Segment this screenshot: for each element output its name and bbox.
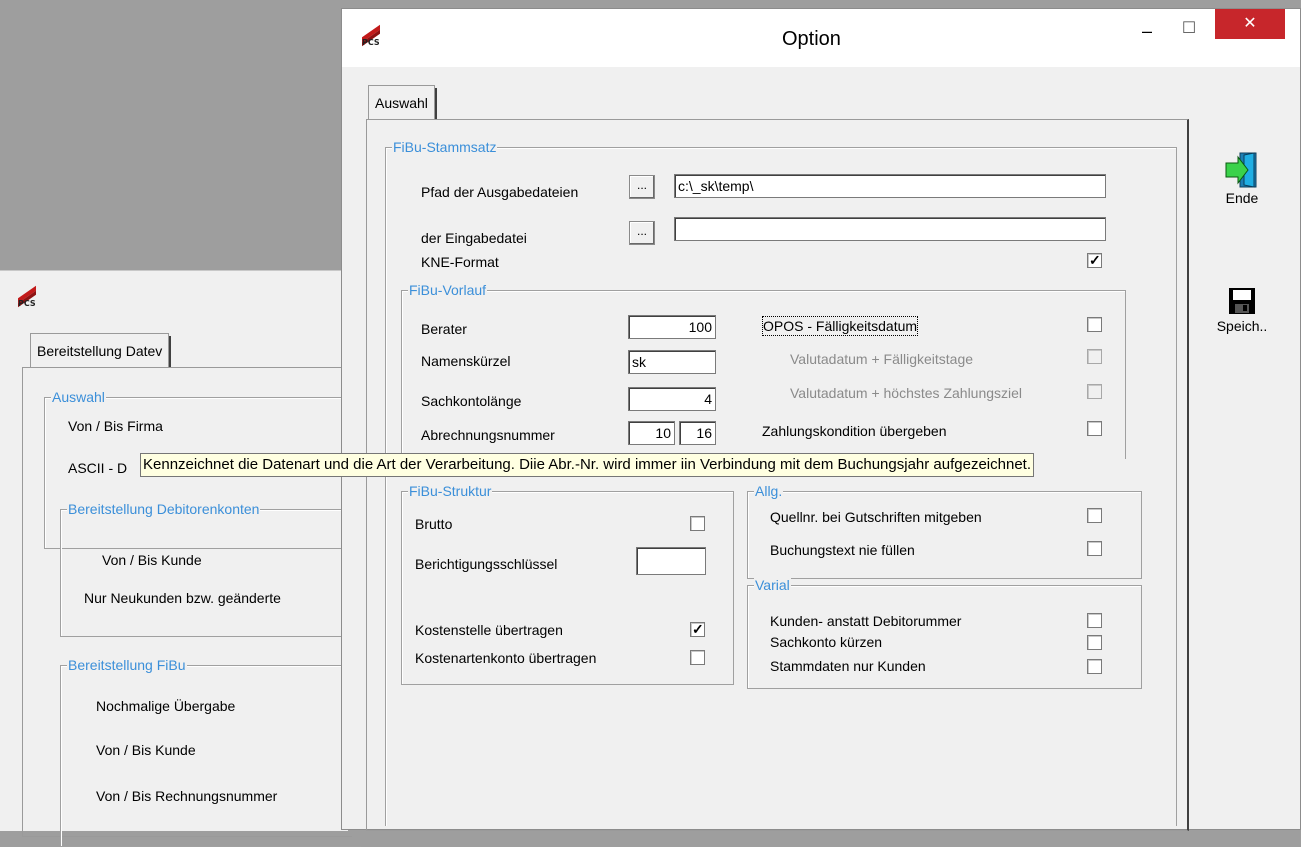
kne-format-checkbox[interactable]: ✓ — [1087, 252, 1102, 268]
quellnr-label: Quellnr. bei Gutschriften mitgeben — [770, 509, 982, 525]
option-dialog: PCS Option – ☐ ✕ Auswahl FiBu-Stammsatz … — [341, 8, 1301, 831]
maximize-button[interactable]: ☐ — [1174, 19, 1204, 39]
kostenstelle-checkbox[interactable]: ✓ — [690, 621, 705, 637]
sachkontolaenge-field[interactable]: 4 — [628, 387, 716, 411]
eingabe-label: der Eingabedatei — [421, 230, 527, 246]
namenskuerzel-field[interactable]: sk — [628, 350, 716, 374]
minimize-button[interactable]: – — [1132, 21, 1162, 41]
opos-faelligkeitsdatum-checkbox[interactable] — [1087, 317, 1102, 332]
allg-group: Allg. — [747, 482, 1142, 579]
dialog-title: Option — [782, 28, 841, 50]
varial-group-title: Varial — [754, 576, 791, 594]
valuta-faelligkeitstage-checkbox[interactable] — [1087, 349, 1102, 364]
struktur-group-title: FiBu-Struktur — [408, 482, 493, 500]
kunden-anstatt-label: Kunden- anstatt Debitorummer — [770, 613, 962, 629]
neukunden-label: Nur Neukunden bzw. geänderte — [84, 590, 281, 606]
kostenstelle-label: Kostenstelle übertragen — [415, 622, 563, 638]
close-button[interactable]: ✕ — [1215, 9, 1285, 39]
auswahl-group-title: Auswahl — [51, 388, 106, 406]
allg-group-title: Allg. — [754, 482, 784, 500]
opos-faelligkeitsdatum-label: OPOS - Fälligkeitsdatum — [762, 316, 919, 336]
kostenartenkonto-checkbox[interactable] — [690, 650, 705, 665]
tab-bereitstellung-datev[interactable]: Bereitstellung Datev — [30, 333, 172, 368]
berater-label: Berater — [421, 321, 467, 337]
kne-format-label: KNE-Format — [421, 254, 499, 270]
title-bar: PCS Option – ☐ ✕ — [342, 9, 1300, 67]
sachkontolaenge-label: Sachkontolänge — [421, 393, 522, 409]
valuta-faelligkeitstage-label: Valutadatum + Fälligkeitstage — [790, 351, 974, 367]
check-mark-icon: ✓ — [692, 621, 704, 637]
von-bis-kunde-fibu-label: Von / Bis Kunde — [96, 742, 196, 758]
close-icon: ✕ — [1243, 15, 1257, 32]
berater-field[interactable]: 100 — [628, 315, 716, 339]
valuta-zahlungsziel-checkbox[interactable] — [1087, 384, 1102, 399]
zahlungskondition-checkbox[interactable] — [1087, 421, 1102, 436]
pcs-logo-icon: PCS — [16, 285, 38, 308]
abrechnungsnummer-field-2[interactable]: 16 — [679, 421, 716, 445]
stammsatz-group-title: FiBu-Stammsatz — [392, 138, 498, 156]
buchungstext-label: Buchungstext nie füllen — [770, 542, 915, 558]
speichern-button[interactable]: Speich.. — [1202, 287, 1282, 347]
ausgabe-browse-button[interactable]: ... — [629, 175, 655, 199]
abrechnungsnummer-field-1[interactable]: 10 — [628, 421, 675, 445]
check-mark-icon: ✓ — [1089, 252, 1101, 268]
pcs-logo-icon: PCS — [360, 24, 382, 47]
speichern-label: Speich.. — [1216, 318, 1268, 334]
tooltip: Kennzeichnet die Datenart und die Art de… — [140, 453, 1034, 477]
namenskuerzel-label: Namenskürzel — [421, 353, 511, 369]
von-bis-firma-label: Von / Bis Firma — [68, 418, 163, 434]
ausgabe-path-label: Pfad der Ausgabedateien — [421, 184, 579, 200]
background-window: PCS Bereitstellung Datev Auswahl Von / B… — [0, 270, 365, 847]
debitoren-group: Bereitstellung Debitorenkonten — [60, 500, 361, 637]
eingabe-browse-button[interactable]: ... — [629, 221, 655, 245]
ascii-label: ASCII - D — [68, 460, 128, 476]
tab-label: Bereitstellung Datev — [37, 343, 163, 359]
sachkonto-kuerzen-label: Sachkonto kürzen — [770, 634, 883, 650]
abrechnungsnummer-label: Abrechnungsnummer — [421, 427, 555, 443]
von-bis-rechnung-label: Von / Bis Rechnungsnummer — [96, 788, 278, 804]
fibu-group-title: Bereitstellung FiBu — [67, 656, 187, 674]
quellnr-checkbox[interactable] — [1087, 508, 1102, 523]
tab-label: Auswahl — [375, 95, 428, 111]
tab-auswahl[interactable]: Auswahl — [368, 85, 437, 120]
floppy-disk-icon — [1229, 288, 1255, 314]
eingabe-path-field[interactable] — [674, 217, 1106, 241]
vorlauf-group-title: FiBu-Vorlauf — [408, 281, 488, 299]
berichtigungsschluessel-label: Berichtigungsschlüssel — [415, 556, 558, 572]
kostenartenkonto-label: Kostenartenkonto übertragen — [415, 650, 597, 666]
buchungstext-checkbox[interactable] — [1087, 541, 1102, 556]
exit-door-icon — [1225, 152, 1257, 188]
berichtigungsschluessel-field[interactable] — [636, 547, 706, 575]
kunden-anstatt-checkbox[interactable] — [1087, 613, 1102, 628]
brutto-label: Brutto — [415, 516, 453, 532]
zahlungskondition-label: Zahlungskondition übergeben — [762, 423, 947, 439]
brutto-checkbox[interactable] — [690, 516, 705, 531]
stammdaten-checkbox[interactable] — [1087, 659, 1102, 674]
stammdaten-label: Stammdaten nur Kunden — [770, 658, 926, 674]
debitoren-group-title: Bereitstellung Debitorenkonten — [67, 500, 261, 518]
valuta-zahlungsziel-label: Valutadatum + höchstes Zahlungsziel — [790, 385, 1023, 401]
sachkonto-kuerzen-checkbox[interactable] — [1087, 635, 1102, 650]
von-bis-kunde-label: Von / Bis Kunde — [102, 552, 202, 568]
ausgabe-path-field[interactable]: c:\_sk\temp\ — [674, 174, 1106, 198]
nochmalige-uebergabe-label: Nochmalige Übergabe — [96, 698, 236, 714]
ende-button[interactable]: Ende — [1202, 149, 1282, 219]
ende-label: Ende — [1225, 190, 1259, 206]
